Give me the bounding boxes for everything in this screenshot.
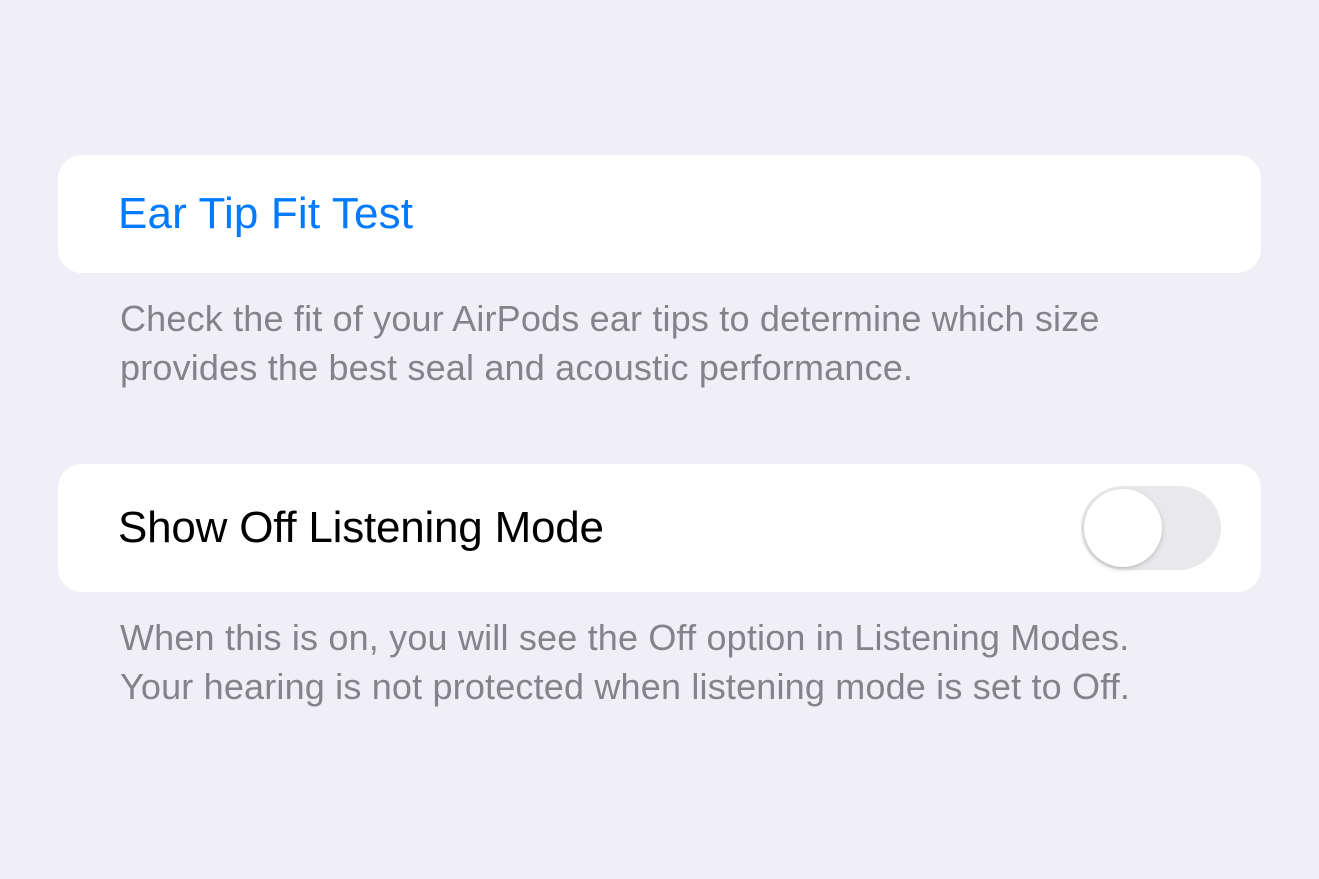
toggle-knob — [1084, 489, 1162, 567]
show-off-listening-mode-footer: When this is on, you will see the Off op… — [58, 592, 1261, 711]
ear-tip-fit-test-label: Ear Tip Fit Test — [118, 189, 413, 239]
ear-tip-fit-test-cell[interactable]: Ear Tip Fit Test — [58, 155, 1261, 273]
show-off-listening-mode-cell: Show Off Listening Mode — [58, 464, 1261, 592]
ear-tip-fit-test-footer: Check the fit of your AirPods ear tips t… — [58, 273, 1261, 392]
show-off-listening-mode-label: Show Off Listening Mode — [118, 503, 604, 553]
show-off-listening-mode-toggle[interactable] — [1081, 486, 1221, 570]
